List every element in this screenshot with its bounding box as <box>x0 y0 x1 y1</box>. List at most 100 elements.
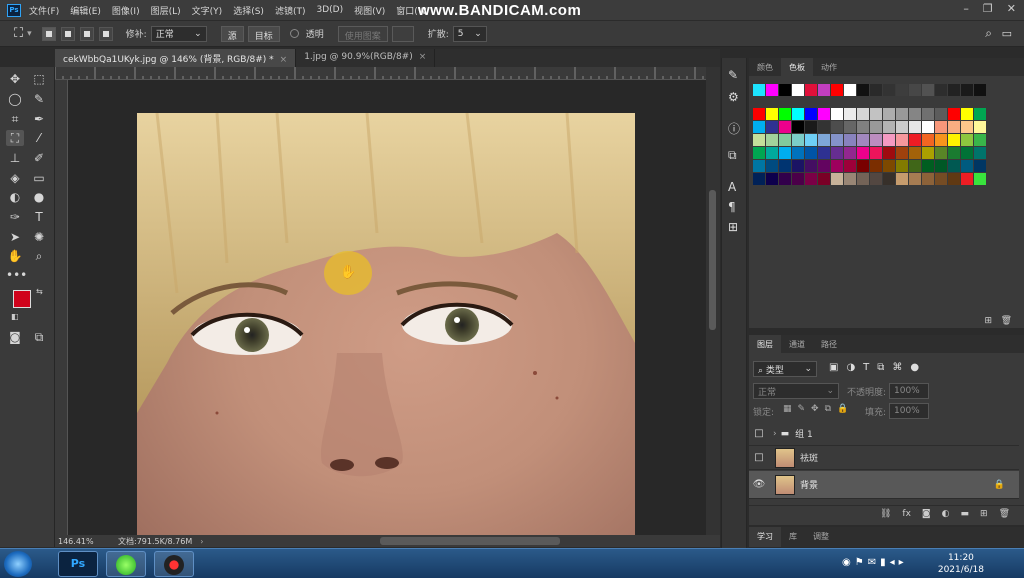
patch-tool-icon[interactable]: ⛶ <box>14 26 23 41</box>
swatch[interactable] <box>909 147 921 159</box>
adjustment-icon[interactable]: ◐ <box>942 509 950 523</box>
canvas-area[interactable]: ✋ <box>68 80 706 535</box>
search-icon[interactable]: ⌕ <box>985 26 992 41</box>
swatch[interactable] <box>753 84 765 96</box>
swatch[interactable] <box>909 134 921 146</box>
swatch[interactable] <box>883 108 895 120</box>
swatch[interactable] <box>948 108 960 120</box>
swatch[interactable] <box>766 108 778 120</box>
swatch[interactable] <box>818 134 830 146</box>
crop-tool-icon[interactable]: ⌗ <box>6 111 24 127</box>
swatch[interactable] <box>766 84 778 96</box>
swatch[interactable] <box>896 147 908 159</box>
swatch[interactable] <box>792 108 804 120</box>
swatch[interactable] <box>792 160 804 172</box>
swatch[interactable] <box>844 147 856 159</box>
swatch[interactable] <box>818 147 830 159</box>
swatch[interactable] <box>753 121 765 133</box>
swatch[interactable] <box>779 84 791 96</box>
pattern-picker[interactable] <box>391 25 414 42</box>
swatch[interactable] <box>779 147 791 159</box>
swatch[interactable] <box>805 108 817 120</box>
swatch[interactable] <box>857 147 869 159</box>
tab-actions[interactable]: 动作 <box>813 58 845 76</box>
tray-icons[interactable]: ◉⚑✉▮◂▸ <box>842 557 908 568</box>
link-icon[interactable]: ⛓ <box>880 509 891 523</box>
tab-paths[interactable]: 路径 <box>813 335 845 353</box>
layer-row-group[interactable]: □ › ▬ 组 1 <box>749 422 1019 446</box>
layer-row-background[interactable]: 👁 背景 🔒 <box>749 471 1019 499</box>
lock-icons[interactable]: ▦✎✥⧉🔒 <box>783 404 854 414</box>
swatch[interactable] <box>870 134 882 146</box>
blur-tool-icon[interactable]: ◐ <box>6 189 24 205</box>
menu-image[interactable]: 图像(I) <box>112 4 140 17</box>
brush-tool-icon[interactable]: ⁄ <box>30 130 48 146</box>
swatch[interactable] <box>870 108 882 120</box>
swatch[interactable] <box>857 160 869 172</box>
minimize-icon[interactable]: – <box>963 2 969 15</box>
swatch[interactable] <box>766 173 778 185</box>
eraser-tool-icon[interactable]: ◈ <box>6 170 24 186</box>
swatch[interactable] <box>831 160 843 172</box>
history-brush-icon[interactable]: ✐ <box>30 150 48 166</box>
info-icon[interactable]: ⓘ <box>728 120 740 137</box>
swatch[interactable] <box>766 134 778 146</box>
browser-taskbar-icon[interactable] <box>106 551 146 577</box>
hand-tool-icon[interactable]: ✋ <box>6 248 24 264</box>
swatch[interactable] <box>805 147 817 159</box>
swatch[interactable] <box>818 121 830 133</box>
swatch[interactable] <box>961 84 973 96</box>
swatch[interactable] <box>857 134 869 146</box>
swatch[interactable] <box>922 84 934 96</box>
swatch[interactable] <box>961 121 973 133</box>
swatch[interactable] <box>779 121 791 133</box>
swatch[interactable] <box>896 160 908 172</box>
menu-layer[interactable]: 图层(L) <box>151 4 181 17</box>
visibility-toggle[interactable]: □ <box>749 452 769 463</box>
swatch[interactable] <box>883 84 895 96</box>
foreground-color-swatch[interactable] <box>13 290 31 308</box>
swatch[interactable] <box>870 160 882 172</box>
swatch[interactable] <box>883 147 895 159</box>
dodge-tool-icon[interactable]: ● <box>30 189 48 205</box>
mask-icon[interactable]: ◙ <box>922 509 931 523</box>
start-button[interactable] <box>4 551 32 577</box>
close-icon[interactable]: ✕ <box>1007 2 1016 15</box>
diffusion-select[interactable]: 5 ⌄ <box>452 25 487 42</box>
close-tab-icon[interactable]: × <box>280 55 288 65</box>
tab-layers[interactable]: 图层 <box>749 335 781 353</box>
swatch[interactable] <box>753 108 765 120</box>
swatch[interactable] <box>779 108 791 120</box>
zoom-tool-icon[interactable]: ⌕ <box>30 248 48 264</box>
horizontal-scroll-thumb[interactable] <box>380 537 560 545</box>
move-tool-icon[interactable]: ✥ <box>6 71 24 87</box>
swatch[interactable] <box>922 173 934 185</box>
subtract-selection-button[interactable] <box>79 26 94 41</box>
source-button[interactable]: 源 <box>220 25 244 42</box>
swatch[interactable] <box>883 134 895 146</box>
swatch[interactable] <box>909 84 921 96</box>
swatch[interactable] <box>896 108 908 120</box>
swatch[interactable] <box>792 134 804 146</box>
swatch[interactable] <box>779 160 791 172</box>
menu-filter[interactable]: 滤镜(T) <box>275 4 306 17</box>
opacity-input[interactable]: 100% <box>889 383 929 399</box>
tab-color[interactable]: 颜色 <box>749 58 781 76</box>
swatch[interactable] <box>805 173 817 185</box>
swatch[interactable] <box>974 147 986 159</box>
swatch[interactable] <box>792 84 804 96</box>
type-tool-icon[interactable]: T <box>30 209 48 225</box>
swatch[interactable] <box>961 134 973 146</box>
blend-mode-select[interactable]: 正常 ⌄ <box>753 383 839 399</box>
tab-library[interactable]: 库 <box>781 527 805 547</box>
swatch[interactable] <box>948 173 960 185</box>
swatch[interactable] <box>753 173 765 185</box>
menu-view[interactable]: 视图(V) <box>354 4 385 17</box>
new-layer-icon[interactable]: ⊞ <box>980 509 988 523</box>
swatch[interactable] <box>857 173 869 185</box>
swatch[interactable] <box>883 173 895 185</box>
swatch[interactable] <box>909 121 921 133</box>
swatch[interactable] <box>948 147 960 159</box>
swatch[interactable] <box>857 84 869 96</box>
clock[interactable]: 11:20 2021/6/18 <box>938 552 984 576</box>
